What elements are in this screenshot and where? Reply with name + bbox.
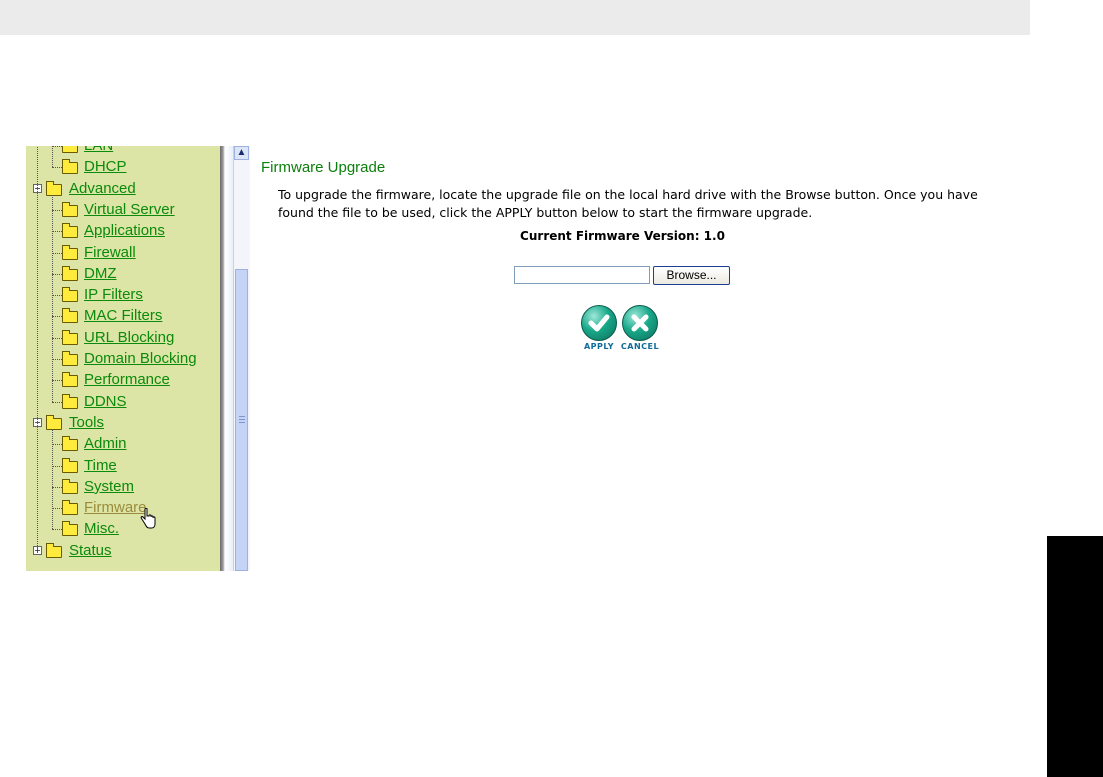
sidebar-item[interactable]: DDNS <box>26 391 222 412</box>
tree-connector <box>52 316 62 318</box>
tree-connector <box>52 529 62 531</box>
grip-line <box>239 419 245 420</box>
tree-connector <box>52 359 62 360</box>
folder-icon <box>62 457 78 473</box>
cancel-label: CANCEL <box>620 342 660 351</box>
sidebar-item-label[interactable]: URL Blocking <box>84 327 174 348</box>
sidebar-item[interactable]: − Advanced <box>26 178 222 199</box>
folder-icon <box>62 436 78 452</box>
sidebar-item[interactable]: Virtual Server <box>26 199 222 220</box>
tree-connector <box>52 508 62 510</box>
scrollbar-thumb[interactable] <box>235 269 248 571</box>
page-edge-tab <box>1047 536 1103 777</box>
sidebar-item[interactable]: MAC Filters <box>26 305 222 326</box>
browse-button[interactable]: Browse... <box>653 266 730 285</box>
tree-connector <box>52 252 62 254</box>
folder-icon <box>62 287 78 303</box>
sidebar-scrollbar[interactable]: ▲ <box>233 146 250 571</box>
cancel-button[interactable]: CANCEL <box>615 305 665 351</box>
instructions-text: To upgrade the firmware, locate the upgr… <box>278 187 978 220</box>
tree-connector <box>52 273 62 275</box>
sidebar-item[interactable]: Firmware <box>26 497 222 518</box>
sidebar-item[interactable]: LAN <box>26 146 222 156</box>
sidebar-item-label[interactable]: DHCP <box>84 156 127 177</box>
sidebar-item-label[interactable]: Virtual Server <box>84 199 175 220</box>
sidebar-item[interactable]: Time <box>26 455 222 476</box>
tree-connector <box>52 337 62 339</box>
sidebar-item[interactable]: − Tools <box>26 412 222 433</box>
folder-icon <box>62 329 78 345</box>
folder-icon <box>62 146 78 153</box>
sidebar-item[interactable]: Domain Blocking <box>26 348 222 369</box>
chevron-up-icon[interactable]: ▲ <box>234 146 249 160</box>
sidebar-item-label[interactable]: Firmware <box>84 497 147 518</box>
checkmark-icon <box>581 305 617 341</box>
sidebar-item-label[interactable]: Firewall <box>84 242 136 263</box>
sidebar-item-label[interactable]: Advanced <box>69 178 136 199</box>
sidebar-item-label[interactable]: Time <box>84 455 117 476</box>
folder-icon <box>46 414 62 430</box>
folder-icon <box>62 265 78 281</box>
sidebar-item-label[interactable]: Status <box>69 540 112 561</box>
tree-connector <box>52 429 53 530</box>
sidebar-item-label[interactable]: IP Filters <box>84 284 143 305</box>
folder-icon <box>62 521 78 537</box>
grip-line <box>239 422 245 423</box>
tree-connector <box>52 401 62 403</box>
folder-icon <box>46 180 62 196</box>
tree-connector <box>52 167 62 169</box>
sidebar-item[interactable]: DMZ <box>26 263 222 284</box>
sidebar-item[interactable]: Admin <box>26 433 222 454</box>
tree-connector <box>37 146 38 550</box>
sidebar-item-label[interactable]: MAC Filters <box>84 305 162 326</box>
sidebar-item-label[interactable]: System <box>84 476 134 497</box>
hand-pointer-icon <box>140 507 156 530</box>
sidebar-item[interactable]: DHCP <box>26 156 222 177</box>
folder-icon <box>62 308 78 324</box>
firmware-version-text: Current Firmware Version: 1.0 <box>520 229 725 243</box>
tree-connector <box>52 444 62 446</box>
sidebar-item[interactable]: + Status <box>26 540 222 561</box>
folder-icon <box>62 500 78 516</box>
sidebar-item[interactable]: Misc. <box>26 518 222 539</box>
sidebar-item-label[interactable]: DMZ <box>84 263 117 284</box>
sidebar-item-label[interactable]: Domain Blocking <box>84 348 197 369</box>
tree-connector <box>52 194 53 402</box>
top-band <box>0 0 1030 35</box>
tree-connector <box>52 146 62 147</box>
tree-connector <box>52 465 62 467</box>
sidebar-item-label[interactable]: Misc. <box>84 518 119 539</box>
sidebar-item[interactable]: Performance <box>26 369 222 390</box>
folder-icon <box>62 393 78 409</box>
sidebar-item-label[interactable]: Performance <box>84 369 170 390</box>
sidebar-item[interactable]: System <box>26 476 222 497</box>
grip-line <box>239 416 245 417</box>
folder-icon <box>62 244 78 260</box>
tree-connector <box>52 209 62 211</box>
folder-icon <box>62 478 78 494</box>
firmware-file-input[interactable] <box>514 266 650 284</box>
folder-icon <box>62 159 78 175</box>
sidebar-item[interactable]: URL Blocking <box>26 327 222 348</box>
folder-icon <box>62 351 78 366</box>
folder-icon <box>62 372 78 388</box>
folder-icon <box>62 201 78 217</box>
tree-connector <box>52 146 53 168</box>
sidebar-item-label[interactable]: DDNS <box>84 391 127 412</box>
sidebar-item[interactable]: IP Filters <box>26 284 222 305</box>
sidebar-item-label[interactable]: Admin <box>84 433 127 454</box>
tree-connector <box>52 295 62 297</box>
sidebar-item-label[interactable]: LAN <box>84 146 113 156</box>
sidebar-border <box>220 146 233 571</box>
page-title: Firmware Upgrade <box>261 159 386 176</box>
tree-connector <box>52 486 62 488</box>
x-icon <box>622 305 658 341</box>
sidebar-item-label[interactable]: Tools <box>69 412 104 433</box>
sidebar-nav: LANDHCP−AdvancedVirtual ServerApplicatio… <box>26 146 222 571</box>
folder-icon <box>46 542 62 558</box>
tree-connector <box>52 380 62 382</box>
sidebar-item[interactable]: Firewall <box>26 242 222 263</box>
